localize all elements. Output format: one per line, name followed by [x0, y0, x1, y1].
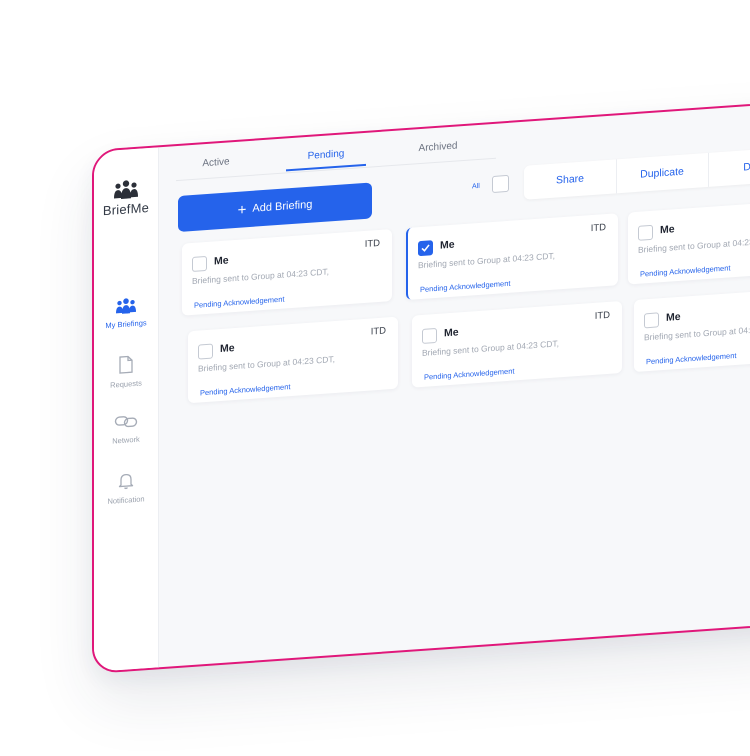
- logo: BriefMe: [100, 178, 152, 219]
- share-button[interactable]: Share: [524, 159, 617, 200]
- plus-icon: +: [237, 200, 247, 219]
- briefing-card[interactable]: Me ITD Briefing sent to Group at 04:23 C…: [406, 213, 618, 301]
- tab-archived[interactable]: Archived: [398, 139, 478, 162]
- card-description: Briefing sent to Group at 04:23: [638, 236, 750, 255]
- briefing-card[interactable]: Me ITD Briefing sent to Group at 04:23 C…: [182, 229, 392, 316]
- card-description: Briefing sent to Group at 04:23 CDT,: [422, 338, 560, 358]
- app-window: BriefMe My Briefings Requests Network No…: [92, 99, 750, 674]
- sidebar-item-label: My Briefings: [105, 318, 147, 331]
- sidebar-item-label: Network: [112, 434, 140, 446]
- select-all-checkbox[interactable]: [492, 174, 509, 194]
- card-description: Briefing sent to Group at 04:23 CDT,: [192, 266, 330, 287]
- card-status: Pending Acknowledgement: [646, 350, 737, 367]
- link-icon: [114, 416, 138, 428]
- card-title: Me: [220, 342, 235, 356]
- card-status: Pending Acknowledgement: [200, 382, 291, 398]
- card-checkbox[interactable]: [198, 343, 213, 360]
- sidebar-item-requests[interactable]: Requests: [96, 354, 156, 391]
- card-badge: ITD: [364, 237, 380, 250]
- card-checkbox[interactable]: [192, 255, 207, 273]
- stage: BriefMe My Briefings Requests Network No…: [0, 0, 750, 756]
- card-status: Pending Acknowledgement: [420, 278, 511, 295]
- card-status: Pending Acknowledgement: [424, 366, 515, 382]
- card-title: Me: [660, 223, 675, 237]
- card-description: Briefing sent to Group at 04:23 CDT,: [418, 250, 556, 271]
- card-status: Pending Acknowledgement: [194, 294, 285, 310]
- briefing-card[interactable]: Me Briefing sent to Group at 04:23 Pendi…: [628, 197, 750, 285]
- bell-icon: [118, 473, 134, 490]
- bulk-action-bar: Share Duplicate Dele: [524, 142, 750, 200]
- check-icon: [421, 244, 430, 252]
- delete-button[interactable]: Dele: [708, 146, 750, 186]
- sidebar-item-network[interactable]: Network: [96, 412, 156, 447]
- card-badge: ITD: [590, 222, 606, 235]
- people-icon: [116, 298, 136, 314]
- document-icon: [119, 355, 133, 374]
- sidebar-item-label: Requests: [110, 378, 142, 390]
- briefing-card[interactable]: Me Briefing sent to Group at 04:23 Pendi…: [634, 285, 750, 373]
- sidebar: BriefMe My Briefings Requests Network No…: [94, 147, 159, 672]
- sidebar-item-label: Notification: [107, 494, 145, 506]
- briefing-card[interactable]: Me ITD Briefing sent to Group at 04:23 C…: [188, 316, 398, 404]
- select-all-label: All: [472, 182, 480, 191]
- main-content: Active Pending Archived + Add Briefing A…: [158, 102, 750, 668]
- tab-active[interactable]: Active: [176, 155, 256, 178]
- card-checkbox[interactable]: [638, 224, 653, 241]
- duplicate-button[interactable]: Duplicate: [616, 152, 709, 194]
- card-description: Briefing sent to Group at 04:23 CDT,: [198, 354, 336, 374]
- app-name: BriefMe: [102, 200, 150, 219]
- card-title: Me: [444, 326, 459, 340]
- card-title: Me: [440, 238, 455, 252]
- card-badge: ITD: [370, 325, 386, 338]
- card-status: Pending Acknowledgement: [640, 263, 731, 279]
- card-description: Briefing sent to Group at 04:23: [644, 324, 750, 343]
- card-title: Me: [214, 254, 229, 268]
- add-briefing-label: Add Briefing: [252, 198, 313, 215]
- card-checkbox[interactable]: [418, 240, 433, 257]
- card-checkbox[interactable]: [422, 327, 437, 344]
- briefme-logo-icon: [114, 180, 138, 199]
- sidebar-item-notification[interactable]: Notification: [96, 470, 156, 507]
- add-briefing-button[interactable]: + Add Briefing: [178, 182, 372, 232]
- briefing-card[interactable]: Me ITD Briefing sent to Group at 04:23 C…: [412, 300, 622, 388]
- card-checkbox[interactable]: [644, 312, 659, 329]
- card-title: Me: [666, 310, 681, 324]
- card-badge: ITD: [594, 309, 610, 322]
- sidebar-item-my-briefings[interactable]: My Briefings: [96, 296, 156, 331]
